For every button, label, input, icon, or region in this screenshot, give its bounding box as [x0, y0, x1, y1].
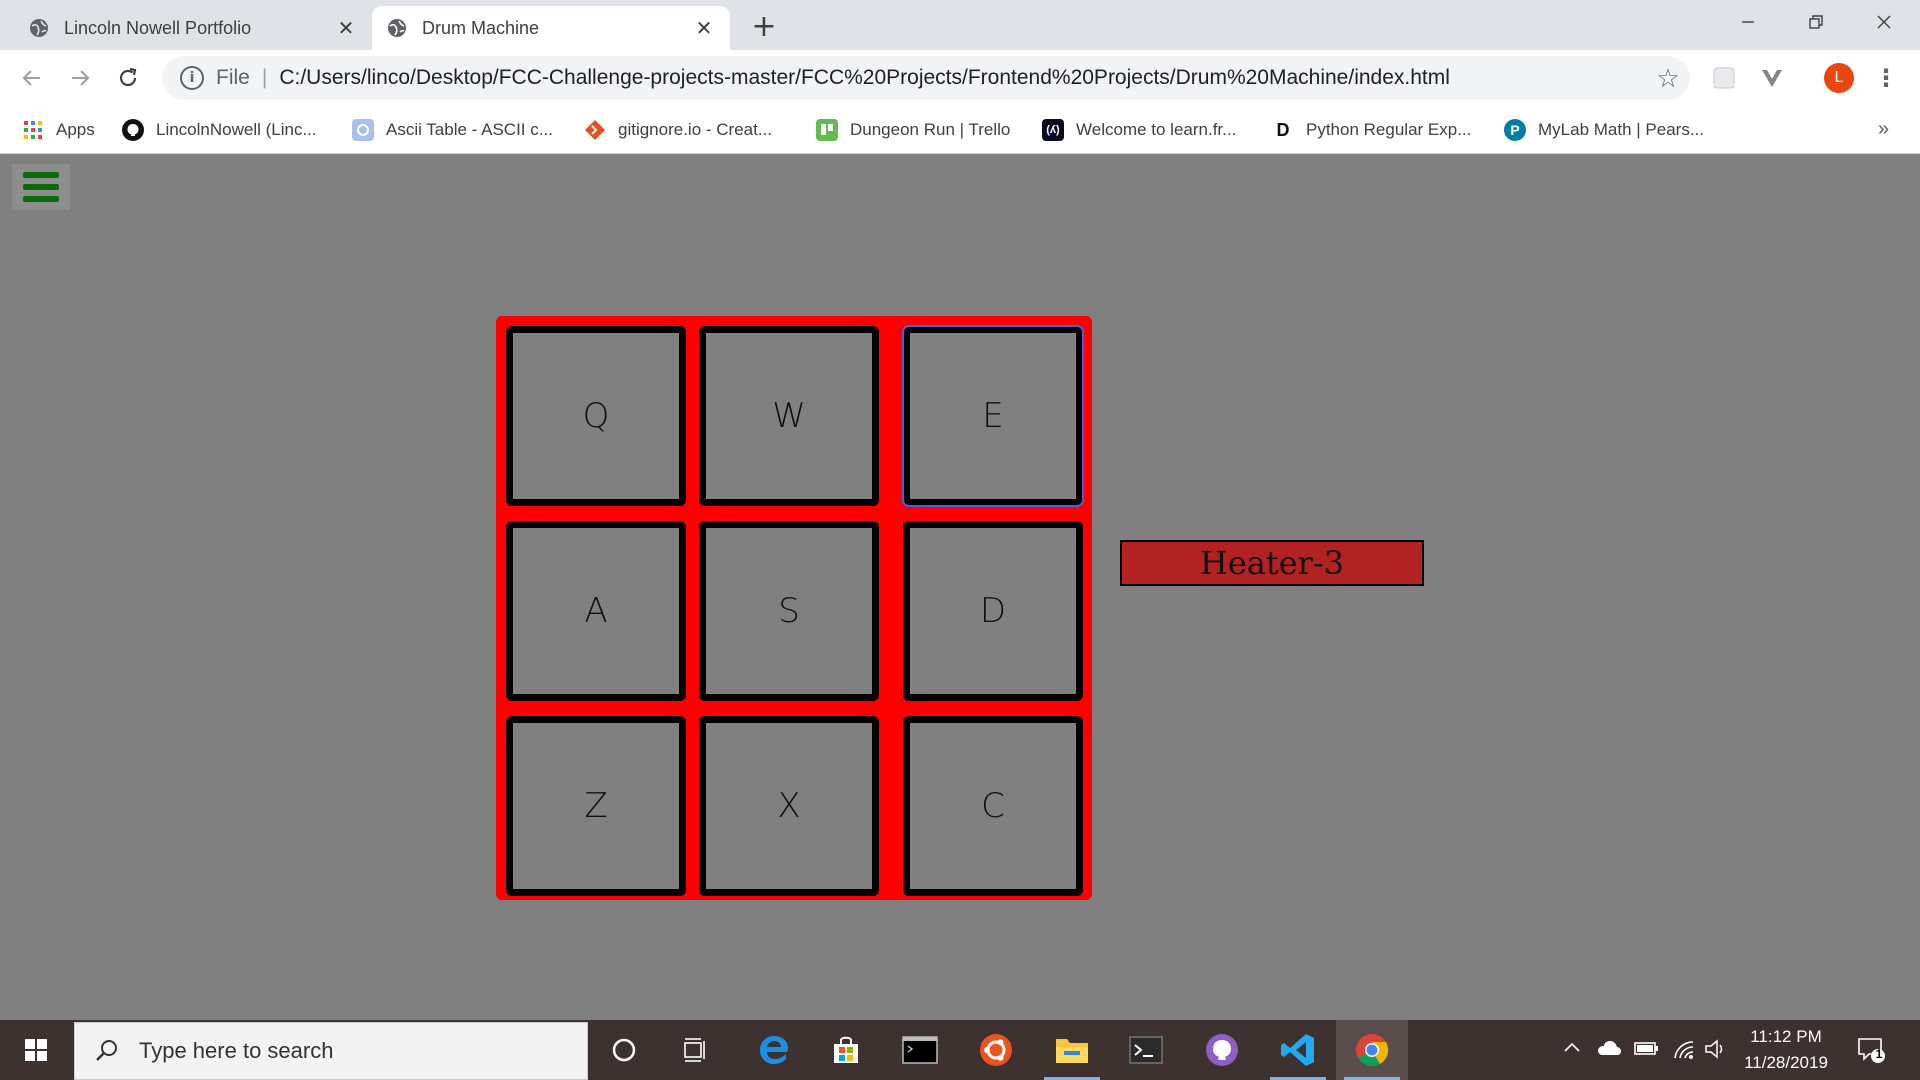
vscode-icon[interactable]: [1262, 1020, 1334, 1080]
freecodecamp-icon: (ʎ): [1042, 119, 1064, 141]
drum-pad-w[interactable]: W: [699, 326, 879, 506]
new-tab-button[interactable]: +: [748, 9, 780, 44]
bookmark-label: gitignore.io - Creat...: [618, 120, 773, 139]
forward-arrow-icon[interactable]: [62, 60, 98, 96]
search-placeholder: Type here to search: [139, 1038, 334, 1063]
minimize-icon[interactable]: [1714, 0, 1782, 44]
ascii-table-icon: [352, 119, 374, 141]
address-bar[interactable]: i File | C:/Users/linco/Desktop/FCC-Chal…: [162, 56, 1690, 100]
bookmark-freecodecamp[interactable]: (ʎ) Welcome to learn.fr...: [1042, 116, 1236, 144]
action-center-icon[interactable]: 1: [1856, 1034, 1886, 1064]
notification-count-badge: 1: [1875, 1047, 1883, 1061]
ubuntu-icon[interactable]: [960, 1020, 1032, 1080]
bookmark-ascii-table[interactable]: Ascii Table - ASCII c...: [352, 116, 553, 144]
drum-pad-s[interactable]: S: [699, 521, 879, 701]
apps-grid-icon: [22, 119, 44, 141]
url-text[interactable]: C:/Users/linco/Desktop/FCC-Challenge-pro…: [279, 66, 1646, 90]
pearson-icon: P: [1504, 119, 1526, 141]
bookmark-label: Ascii Table - ASCII c...: [386, 120, 553, 139]
cortana-icon[interactable]: [588, 1020, 660, 1080]
clock-time: 11:12 PM: [1750, 1027, 1822, 1046]
bookmarks-bar: Apps LincolnNowell (Linc... Ascii Table …: [0, 106, 1920, 154]
bookmark-label: Welcome to learn.fr...: [1076, 120, 1237, 139]
bookmark-github[interactable]: LincolnNowell (Linc...: [122, 116, 317, 144]
terminal-icon[interactable]: [1110, 1020, 1182, 1080]
gitignore-icon: [584, 119, 606, 141]
globe-icon: [28, 17, 50, 39]
profile-avatar[interactable]: L: [1824, 63, 1854, 93]
tab-lincoln-nowell-portfolio[interactable]: Lincoln Nowell Portfolio ✕: [14, 6, 372, 50]
drum-pad-z[interactable]: Z: [506, 716, 686, 896]
more-menu-icon[interactable]: ⋮: [1874, 64, 1898, 92]
show-hidden-icons-chevron-icon[interactable]: [1562, 1038, 1582, 1063]
drum-pad-q[interactable]: Q: [506, 326, 686, 506]
onedrive-cloud-icon[interactable]: [1596, 1038, 1622, 1063]
url-scheme-label: File: [216, 66, 250, 89]
clock-date: 11/28/2019: [1744, 1053, 1828, 1072]
github-icon: [122, 119, 144, 141]
bookmark-label: MyLab Math | Pears...: [1538, 120, 1704, 139]
bookmark-python-regex[interactable]: D Python Regular Exp...: [1272, 116, 1472, 144]
back-arrow-icon[interactable]: [14, 60, 50, 96]
bookmark-trello[interactable]: Dungeon Run | Trello: [816, 116, 1010, 144]
github-desktop-icon[interactable]: [1186, 1020, 1258, 1080]
volume-icon[interactable]: [1704, 1038, 1728, 1065]
bookmark-label: Apps: [56, 120, 95, 139]
command-prompt-icon[interactable]: [884, 1020, 956, 1080]
search-icon: [96, 1040, 117, 1061]
bookmark-apps[interactable]: Apps: [22, 116, 95, 144]
windows-taskbar: Type here to search 11:12 PM 11/28/2019 …: [0, 1020, 1920, 1080]
python-d-icon: D: [1276, 119, 1290, 140]
taskbar-clock[interactable]: 11:12 PM 11/28/2019: [1730, 1024, 1842, 1076]
close-window-icon[interactable]: [1850, 0, 1918, 44]
trello-icon: [816, 119, 838, 141]
tab-title: Lincoln Nowell Portfolio: [64, 17, 252, 38]
restore-icon[interactable]: [1782, 0, 1850, 44]
drum-pad-x[interactable]: X: [699, 716, 879, 896]
battery-icon[interactable]: [1634, 1038, 1660, 1063]
vimeo-extension-icon[interactable]: [1758, 64, 1786, 92]
bookmarks-overflow-chevron-icon[interactable]: »: [1878, 118, 1889, 141]
drum-pad-grid: Q W E A S D Z X C: [496, 316, 1092, 900]
sound-display: Heater-3: [1120, 540, 1424, 586]
drum-pad-a[interactable]: A: [506, 521, 686, 701]
microsoft-store-icon[interactable]: [810, 1020, 882, 1080]
browser-toolbar: i File | C:/Users/linco/Desktop/FCC-Chal…: [0, 50, 1920, 106]
chrome-icon[interactable]: [1336, 1020, 1408, 1080]
drum-pad-e[interactable]: E: [902, 325, 1084, 507]
bookmark-label: Python Regular Exp...: [1306, 120, 1472, 139]
extension-icon[interactable]: [1710, 64, 1738, 92]
page-content: Q W E A S D Z X C Heater-3: [0, 154, 1920, 1020]
reload-icon[interactable]: [110, 60, 146, 96]
windows-start-icon[interactable]: [0, 1020, 72, 1080]
tab-title: Drum Machine: [422, 17, 540, 38]
file-explorer-icon[interactable]: [1036, 1020, 1108, 1080]
hamburger-menu-icon[interactable]: [12, 164, 70, 210]
url-separator: |: [261, 66, 268, 89]
taskbar-search-input[interactable]: Type here to search: [74, 1022, 588, 1080]
drum-pad-d[interactable]: D: [903, 521, 1083, 701]
task-view-icon[interactable]: [660, 1020, 732, 1080]
bookmark-star-icon[interactable]: ☆: [1646, 63, 1690, 94]
browser-tab-bar: Lincoln Nowell Portfolio ✕ Drum Machine …: [0, 0, 1920, 50]
info-icon[interactable]: i: [180, 66, 204, 90]
bookmark-label: Dungeon Run | Trello: [850, 120, 1011, 139]
edge-browser-icon[interactable]: [738, 1020, 810, 1080]
tab-drum-machine[interactable]: Drum Machine ✕: [372, 6, 730, 50]
drum-pad-c[interactable]: C: [903, 716, 1083, 896]
close-tab-icon[interactable]: ✕: [334, 16, 358, 40]
bookmark-mylab-math[interactable]: P MyLab Math | Pears...: [1504, 116, 1704, 144]
bookmark-gitignore[interactable]: gitignore.io - Creat...: [584, 116, 772, 144]
bookmark-label: LincolnNowell (Linc...: [156, 120, 317, 139]
wifi-icon[interactable]: [1672, 1038, 1696, 1065]
close-tab-icon[interactable]: ✕: [692, 16, 716, 40]
globe-icon: [386, 17, 408, 39]
